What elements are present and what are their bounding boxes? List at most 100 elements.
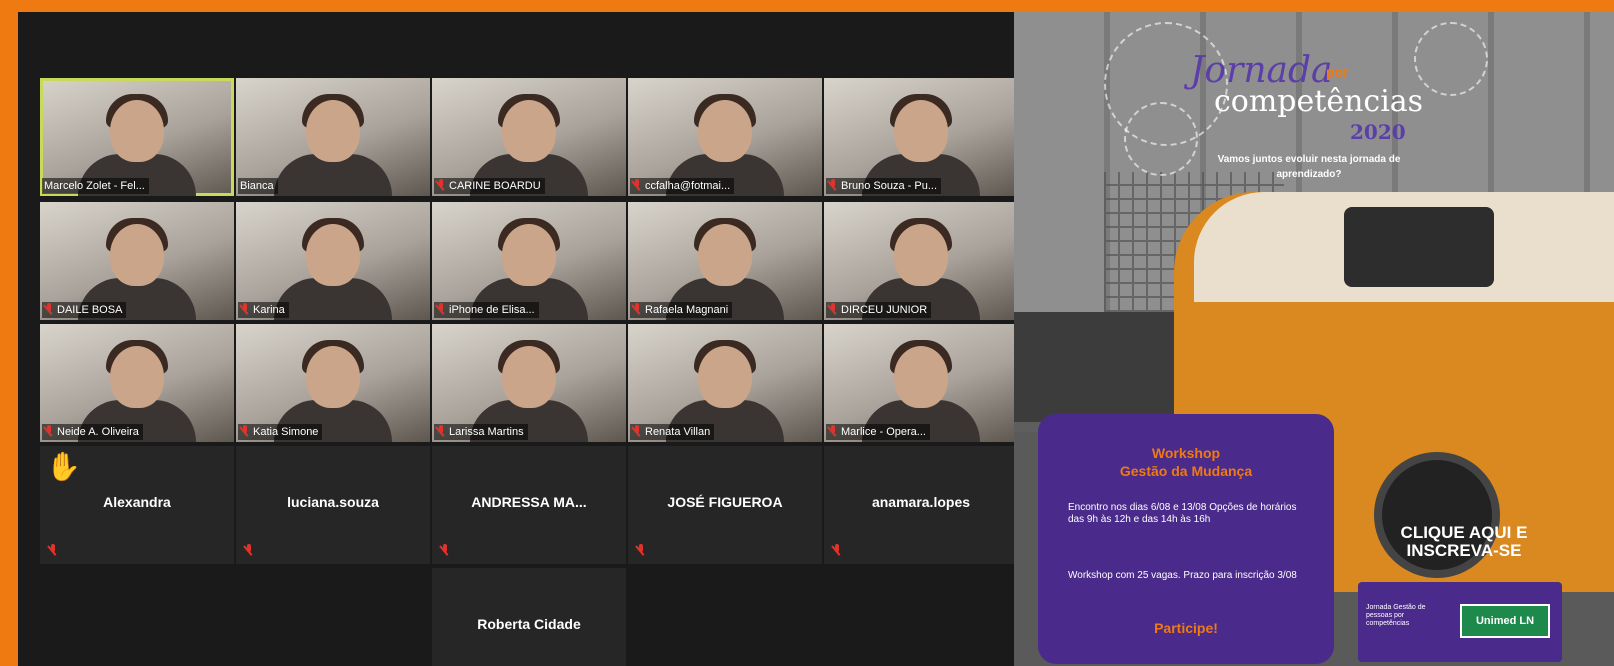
participant-face bbox=[894, 100, 948, 162]
workshop-title: Workshop bbox=[1151, 445, 1221, 461]
participant-name-text: DAILE BOSA bbox=[57, 304, 123, 316]
ad-year: 2020 bbox=[1350, 120, 1406, 144]
participant-face bbox=[110, 100, 164, 162]
participant-tile[interactable]: CARINE BOARDU bbox=[432, 78, 626, 196]
participant-tile[interactable]: DIRCEU JUNIOR bbox=[824, 202, 1018, 320]
participant-tile[interactable]: Neide A. Oliveira bbox=[40, 324, 234, 442]
participant-name: iPhone de Elisa... bbox=[434, 302, 539, 318]
workshop-heading: Workshop Gestão da Mudança bbox=[1038, 444, 1334, 480]
participant-tile[interactable]: Karina bbox=[236, 202, 430, 320]
participant-name: Marcelo Zolet - Fel... bbox=[42, 178, 149, 194]
participant-tile[interactable]: Bianca bbox=[236, 78, 430, 196]
participant-name: ANDRESSA MA... bbox=[471, 494, 587, 510]
participant-name-text: Bruno Souza - Pu... bbox=[841, 180, 937, 192]
muted-mic-icon bbox=[632, 179, 642, 191]
participant-name: Renata Villan bbox=[630, 424, 715, 440]
participant-tile[interactable]: Marcelo Zolet - Fel... bbox=[40, 78, 234, 196]
muted-mic-icon bbox=[632, 303, 642, 315]
participant-name: ccfalha@fotmai... bbox=[630, 178, 735, 194]
screen-frame: Marcelo Zolet - Fel... Bianca CARINE BOARD… bbox=[0, 0, 1614, 666]
participant-face bbox=[110, 346, 164, 408]
participant-face bbox=[306, 224, 360, 286]
logo-strip: Jornada Gestão de pessoas por competênci… bbox=[1358, 582, 1562, 662]
participant-tile[interactable]: Bruno Souza - Pu... bbox=[824, 78, 1018, 196]
participant-tile[interactable]: DAILE BOSA bbox=[40, 202, 234, 320]
workshop-details: Encontro nos dias 6/08 e 13/08 Opções de… bbox=[1068, 502, 1297, 525]
participant-name: anamara.lopes bbox=[871, 494, 971, 510]
participant-name: Marlice - Opera... bbox=[826, 424, 930, 440]
muted-mic-icon bbox=[436, 425, 446, 437]
participant-name-text: Karina bbox=[253, 304, 285, 316]
participant-tile[interactable]: ccfalha@fotmai... bbox=[628, 78, 822, 196]
meeting-gallery: Marcelo Zolet - Fel... Bianca CARINE BOARD… bbox=[18, 12, 1042, 666]
muted-mic-icon bbox=[44, 303, 54, 315]
participant-name: Neide A. Oliveira bbox=[42, 424, 143, 440]
participant-tile[interactable]: Renata Villan bbox=[628, 324, 822, 442]
participant-name-text: Bianca bbox=[240, 180, 274, 192]
participant-name-text: iPhone de Elisa... bbox=[449, 304, 535, 316]
participant-name-text: Marlice - Opera... bbox=[841, 426, 926, 438]
workshop-card[interactable]: Workshop Gestão da Mudança Encontro nos … bbox=[1038, 414, 1334, 664]
ad-title-connector: por bbox=[1326, 64, 1349, 80]
participant-tile[interactable]: anamara.lopes bbox=[824, 446, 1018, 564]
participant-face bbox=[698, 224, 752, 286]
muted-mic-icon bbox=[240, 303, 250, 315]
participant-face bbox=[894, 224, 948, 286]
workshop-vagas: Workshop com 25 vagas. Prazo para inscri… bbox=[1068, 570, 1297, 581]
participant-face bbox=[502, 100, 556, 162]
participe-link[interactable]: Participe! bbox=[1038, 620, 1334, 636]
participant-name: Rafaela Magnani bbox=[630, 302, 733, 318]
muted-mic-icon bbox=[436, 303, 446, 315]
van-window bbox=[1344, 207, 1494, 287]
decor-swirl bbox=[1124, 102, 1198, 176]
participant-name-text: Larissa Martins bbox=[449, 426, 524, 438]
promo-banner[interactable]: Jornada por competências 2020 Vamos junt… bbox=[1014, 12, 1614, 666]
ad-title-main: competências bbox=[1214, 84, 1424, 119]
workshop-subtitle: Gestão da Mudança bbox=[1119, 463, 1253, 479]
muted-mic-icon bbox=[440, 544, 450, 556]
participant-name: DIRCEU JUNIOR bbox=[826, 302, 932, 318]
decor-swirl bbox=[1414, 22, 1488, 96]
muted-mic-icon bbox=[832, 544, 842, 556]
ad-tagline: Vamos juntos evoluir nesta jornada de ap… bbox=[1217, 154, 1401, 180]
participant-face bbox=[306, 100, 360, 162]
muted-mic-icon bbox=[436, 179, 446, 191]
participant-tile[interactable]: Katia Simone bbox=[236, 324, 430, 442]
participant-face bbox=[110, 224, 164, 286]
muted-mic-icon bbox=[632, 425, 642, 437]
participant-face bbox=[306, 346, 360, 408]
participant-tile[interactable]: ✋ Alexandra bbox=[40, 446, 234, 564]
jornada-logo: Jornada Gestão de pessoas por competênci… bbox=[1366, 604, 1426, 627]
participant-name-text: Marcelo Zolet - Fel... bbox=[44, 180, 145, 192]
participant-face bbox=[502, 224, 556, 286]
participant-face bbox=[698, 100, 752, 162]
participant-name-text: DIRCEU JUNIOR bbox=[841, 304, 928, 316]
participant-tile[interactable]: ANDRESSA MA... bbox=[432, 446, 626, 564]
participant-name: JOSÉ FIGUEROA bbox=[667, 494, 783, 510]
muted-mic-icon bbox=[244, 544, 254, 556]
participant-name: Larissa Martins bbox=[434, 424, 528, 440]
muted-mic-icon bbox=[240, 425, 250, 437]
participant-name: DAILE BOSA bbox=[42, 302, 127, 318]
participant-name: Katia Simone bbox=[238, 424, 323, 440]
participant-name: luciana.souza bbox=[287, 494, 379, 510]
participant-tile[interactable]: Marlice - Opera... bbox=[824, 324, 1018, 442]
participant-name: Bruno Souza - Pu... bbox=[826, 178, 941, 194]
participant-tile[interactable]: Roberta Cidade bbox=[432, 568, 626, 666]
participant-tile[interactable]: Rafaela Magnani bbox=[628, 202, 822, 320]
raised-hand-icon: ✋ bbox=[46, 451, 81, 482]
participant-tile[interactable]: iPhone de Elisa... bbox=[432, 202, 626, 320]
participant-name: CARINE BOARDU bbox=[434, 178, 545, 194]
participant-tile[interactable]: JOSÉ FIGUEROA bbox=[628, 446, 822, 564]
signup-cta[interactable]: CLIQUE AQUI E INSCREVA-SE bbox=[1384, 524, 1544, 560]
participant-name: Roberta Cidade bbox=[477, 616, 581, 632]
participant-name: Bianca bbox=[238, 178, 278, 194]
muted-mic-icon bbox=[44, 425, 54, 437]
participant-name-text: CARINE BOARDU bbox=[449, 180, 541, 192]
muted-mic-icon bbox=[636, 544, 646, 556]
participant-face bbox=[502, 346, 556, 408]
participant-face bbox=[698, 346, 752, 408]
muted-mic-icon bbox=[828, 303, 838, 315]
participant-tile[interactable]: Larissa Martins bbox=[432, 324, 626, 442]
participant-tile[interactable]: luciana.souza bbox=[236, 446, 430, 564]
